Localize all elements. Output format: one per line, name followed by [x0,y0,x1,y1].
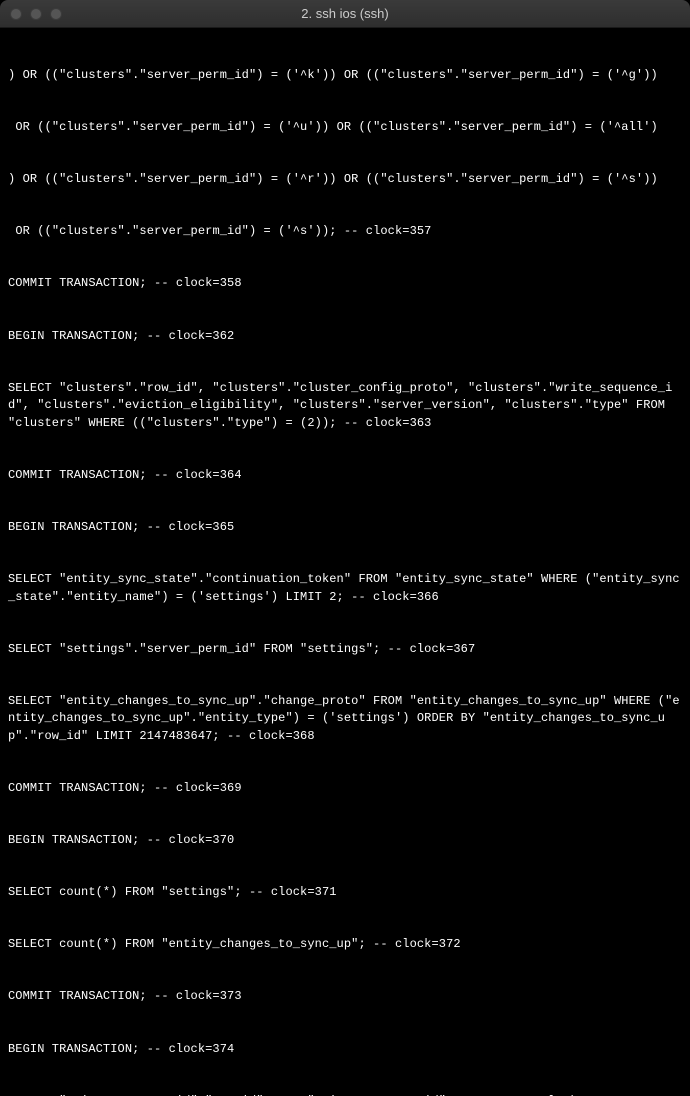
terminal-line: SELECT "clusters"."row_id", "clusters"."… [8,380,682,432]
terminal-line: SELECT "entity_changes_to_sync_up"."chan… [8,693,682,745]
terminal-line: OR (("clusters"."server_perm_id") = ('^u… [8,119,682,136]
window-title: 2. ssh ios (ssh) [0,6,690,21]
window-titlebar: 2. ssh ios (ssh) [0,0,690,28]
terminal-line: BEGIN TRANSACTION; -- clock=374 [8,1041,682,1058]
terminal-output[interactable]: ) OR (("clusters"."server_perm_id") = ('… [0,28,690,1096]
terminal-line: ) OR (("clusters"."server_perm_id") = ('… [8,67,682,84]
terminal-line: COMMIT TRANSACTION; -- clock=358 [8,275,682,292]
terminal-line: ) OR (("clusters"."server_perm_id") = ('… [8,171,682,188]
terminal-line: BEGIN TRANSACTION; -- clock=370 [8,832,682,849]
terminal-line: COMMIT TRANSACTION; -- clock=369 [8,780,682,797]
terminal-line: SELECT "settings"."server_perm_id" FROM … [8,641,682,658]
terminal-line: SELECT count(*) FROM "settings"; -- cloc… [8,884,682,901]
terminal-line: BEGIN TRANSACTION; -- clock=365 [8,519,682,536]
terminal-line: SELECT "entity_sync_state"."continuation… [8,571,682,606]
terminal-line: BEGIN TRANSACTION; -- clock=362 [8,328,682,345]
terminal-line: COMMIT TRANSACTION; -- clock=364 [8,467,682,484]
terminal-line: COMMIT TRANSACTION; -- clock=373 [8,988,682,1005]
terminal-line: SELECT count(*) FROM "entity_changes_to_… [8,936,682,953]
terminal-line: OR (("clusters"."server_perm_id") = ('^s… [8,223,682,240]
terminal-line: SELECT "write_sequence_id"."row_id" FROM… [8,1093,682,1096]
